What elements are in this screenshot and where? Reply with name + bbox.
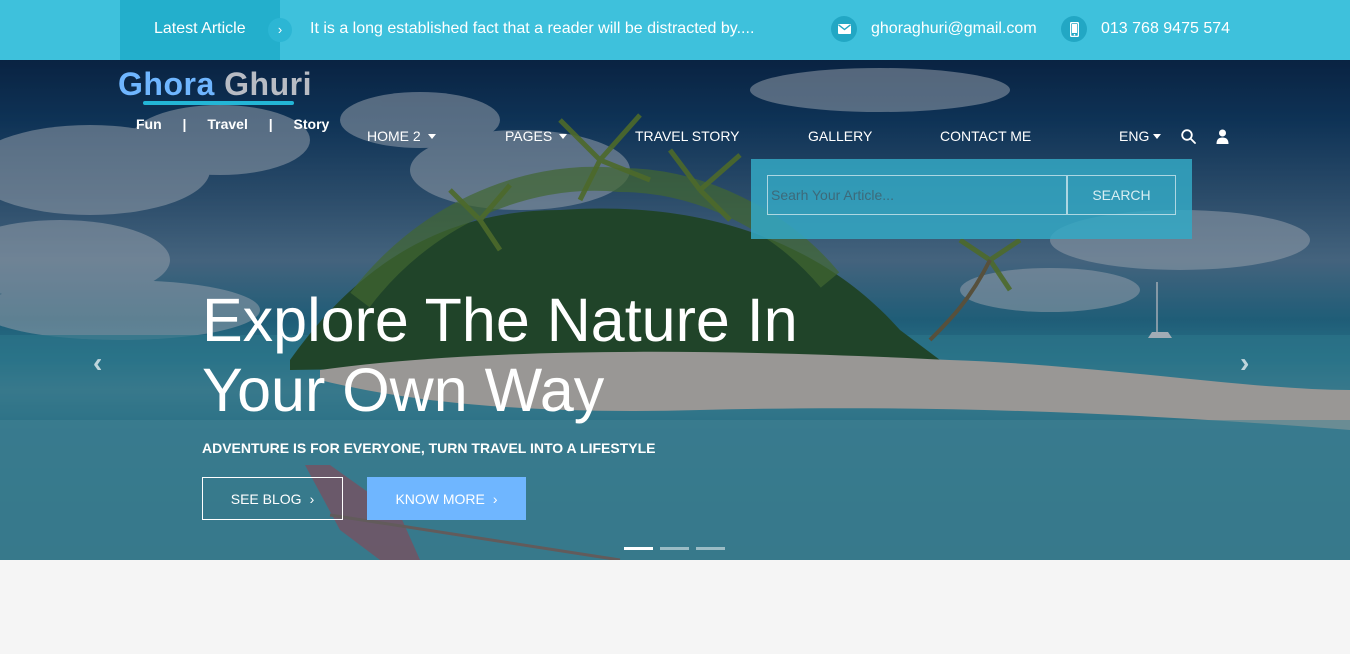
tagline-fun: Fun xyxy=(136,116,162,132)
next-slide-arrow[interactable]: › xyxy=(1240,347,1249,379)
slide-indicator[interactable] xyxy=(624,547,653,550)
nav-item-travel-story[interactable]: TRAVEL STORY xyxy=(635,128,740,144)
tagline-story: Story xyxy=(293,116,330,132)
chevron-right-icon: › xyxy=(309,490,315,507)
hero-headline: Explore The Nature In Your Own Way xyxy=(202,286,798,424)
search-icon[interactable] xyxy=(1181,129,1196,144)
site-logo[interactable]: Ghora Ghuri xyxy=(118,66,312,103)
search-input[interactable] xyxy=(767,175,1067,215)
envelope-icon xyxy=(831,16,857,42)
chevron-right-icon[interactable]: › xyxy=(268,18,292,42)
logo-word-1: Ghora xyxy=(118,66,215,102)
nav-item-contact-me[interactable]: CONTACT ME xyxy=(940,128,1031,144)
slide-indicators xyxy=(624,547,725,550)
email-text: ghoraghuri@gmail.com xyxy=(871,20,1037,37)
top-info-bar: Latest Article › It is a long establishe… xyxy=(0,0,1350,60)
phone-text: 013 768 9475 574 xyxy=(1101,20,1231,37)
hero-subheading: ADVENTURE IS FOR EVERYONE, TURN TRAVEL I… xyxy=(202,440,656,456)
nav-item-home-2[interactable]: HOME 2 xyxy=(367,128,436,144)
previous-slide-arrow[interactable]: ‹ xyxy=(93,347,102,379)
contact-email[interactable]: ghoraghuri@gmail.com xyxy=(831,16,1037,42)
nav-item-pages[interactable]: PAGES xyxy=(505,128,568,144)
slide-indicator[interactable] xyxy=(660,547,689,550)
logo-underline xyxy=(143,101,294,105)
caret-down-icon xyxy=(1153,133,1162,139)
tagline-separator: | xyxy=(268,116,273,132)
know-more-button[interactable]: KNOW MORE › xyxy=(367,477,526,520)
mobile-phone-icon xyxy=(1061,16,1087,42)
tagline-travel: Travel xyxy=(207,116,248,132)
nav-item-gallery[interactable]: GALLERY xyxy=(808,128,872,144)
language-selector[interactable]: ENG xyxy=(1119,128,1162,144)
logo-word-2: Ghuri xyxy=(224,66,312,102)
user-icon[interactable] xyxy=(1216,129,1229,144)
chevron-right-icon: › xyxy=(492,490,498,507)
latest-article-label: Latest Article xyxy=(120,0,280,60)
slide-indicator[interactable] xyxy=(696,547,725,550)
contact-phone[interactable]: 013 768 9475 574 xyxy=(1061,16,1230,42)
tagline-separator: | xyxy=(182,116,187,132)
page-content-area xyxy=(0,560,1350,654)
caret-down-icon xyxy=(427,133,436,139)
search-button[interactable]: SEARCH xyxy=(1067,175,1176,215)
latest-article-ticker[interactable]: It is a long established fact that a rea… xyxy=(310,0,754,58)
site-tagline: Fun | Travel | Story xyxy=(136,116,344,132)
see-blog-button[interactable]: SEE BLOG › xyxy=(202,477,343,520)
caret-down-icon xyxy=(559,133,568,139)
search-dropdown-panel: SEARCH xyxy=(751,159,1192,239)
